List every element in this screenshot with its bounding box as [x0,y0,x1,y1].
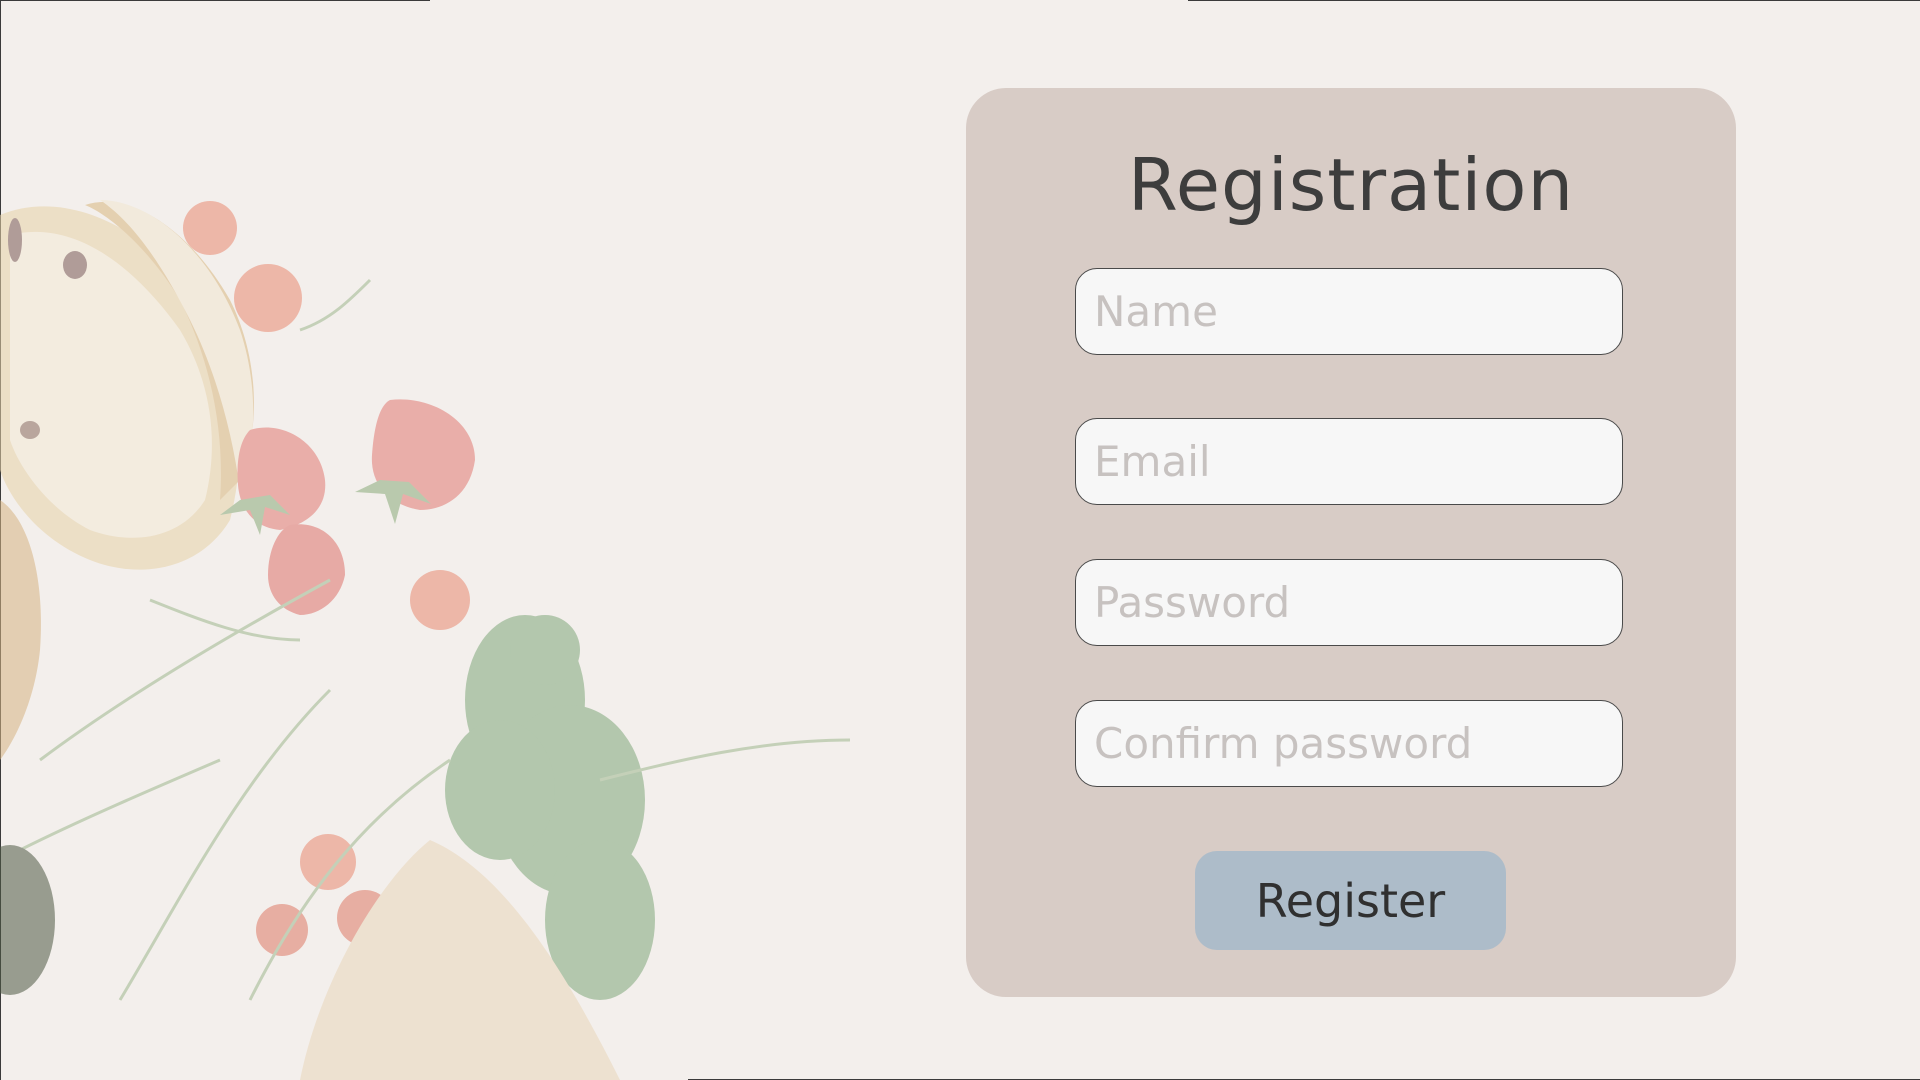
email-input[interactable] [1075,418,1623,505]
bread-slices-icon [0,200,254,760]
page-title: Registration [1127,143,1575,227]
confirm-password-input[interactable] [1075,700,1623,787]
food-background-image [0,200,851,1080]
register-button[interactable]: Register [1195,851,1506,950]
name-input[interactable] [1075,268,1623,355]
password-input[interactable] [1075,559,1623,646]
frame-border-top-right [1188,0,1920,1]
avocado-icon [0,845,55,995]
